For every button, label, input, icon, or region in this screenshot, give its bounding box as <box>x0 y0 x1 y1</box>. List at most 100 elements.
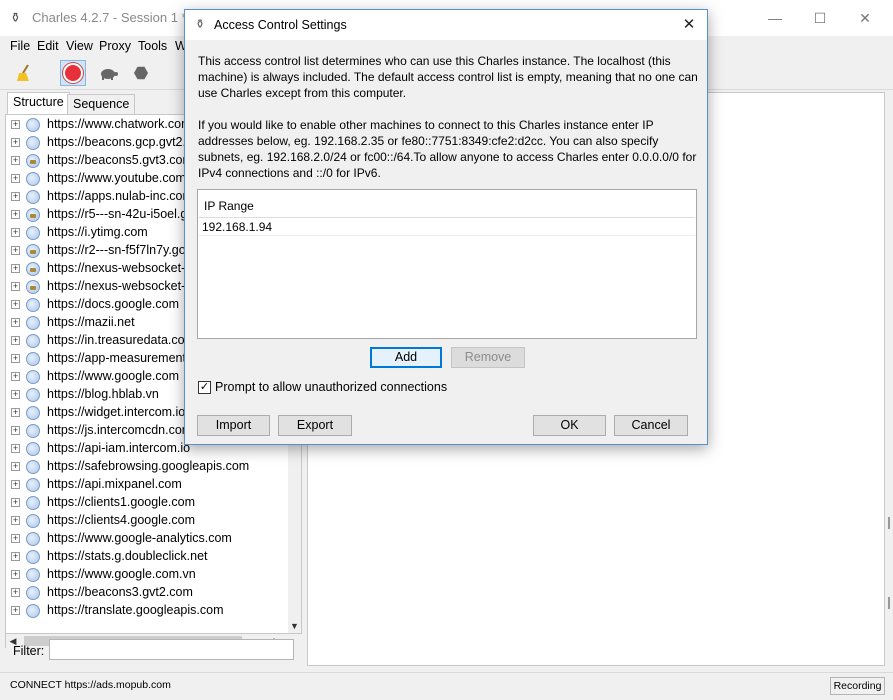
expand-icon[interactable]: + <box>11 408 20 417</box>
host-name: https://safebrowsing.googleapis.com <box>47 459 250 473</box>
expand-icon[interactable]: + <box>11 354 20 363</box>
locked-host-icon <box>26 154 40 168</box>
instructions-text: If you would like to enable other machin… <box>198 118 697 180</box>
host-icon <box>26 226 40 240</box>
tree-row[interactable]: + https://www.google-analytics.com <box>6 530 288 548</box>
cancel-button[interactable]: Cancel <box>614 415 688 436</box>
expand-icon[interactable]: + <box>11 156 20 165</box>
expand-icon[interactable]: + <box>11 210 20 219</box>
scroll-down-arrow[interactable]: ▼ <box>288 619 301 633</box>
host-icon <box>26 334 40 348</box>
splitter-mark[interactable] <box>888 517 890 529</box>
tree-row[interactable]: + https://clients4.google.com <box>6 512 288 530</box>
tree-row[interactable]: + https://clients1.google.com <box>6 494 288 512</box>
stop-icon[interactable] <box>128 60 154 86</box>
host-name: https://js.intercomcdn.com <box>47 423 193 437</box>
menu-proxy[interactable]: Proxy <box>99 39 131 53</box>
expand-icon[interactable]: + <box>11 372 20 381</box>
menu-edit[interactable]: Edit <box>37 39 59 53</box>
expand-icon[interactable]: + <box>11 552 20 561</box>
expand-icon[interactable]: + <box>11 426 20 435</box>
host-name: https://mazii.net <box>47 315 135 329</box>
tree-row[interactable]: + https://stats.g.doubleclick.net <box>6 548 288 566</box>
expand-icon[interactable]: + <box>11 516 20 525</box>
add-button[interactable]: Add <box>370 347 442 368</box>
host-icon <box>26 352 40 366</box>
tab-structure[interactable]: Structure <box>7 92 70 114</box>
expand-icon[interactable]: + <box>11 462 20 471</box>
import-button[interactable]: Import <box>197 415 270 436</box>
tree-row[interactable]: + https://www.google.com.vn <box>6 566 288 584</box>
window-title: Charles 4.2.7 - Session 1 * <box>32 10 187 25</box>
host-icon <box>26 118 40 132</box>
ip-range-value: 192.168.1.94 <box>202 220 273 234</box>
broom-icon[interactable] <box>12 60 38 86</box>
host-icon <box>26 424 40 438</box>
expand-icon[interactable]: + <box>11 228 20 237</box>
expand-icon[interactable]: + <box>11 606 20 615</box>
host-icon <box>26 460 40 474</box>
tab-sequence[interactable]: Sequence <box>67 94 136 114</box>
host-icon <box>26 298 40 312</box>
menu-tools[interactable]: Tools <box>138 39 167 53</box>
host-icon <box>26 406 40 420</box>
expand-icon[interactable]: + <box>11 120 20 129</box>
expand-icon[interactable]: + <box>11 246 20 255</box>
filter-label: Filter: <box>13 644 45 658</box>
host-icon <box>26 496 40 510</box>
prompt-checkbox[interactable]: ✓ <box>198 381 211 394</box>
host-name: https://clients1.google.com <box>47 495 195 509</box>
host-name: https://apps.nulab-inc.com <box>47 189 193 203</box>
host-icon <box>26 370 40 384</box>
turtle-icon[interactable] <box>95 60 121 86</box>
filter-input[interactable] <box>49 639 294 660</box>
table-row[interactable]: 192.168.1.94 <box>199 218 695 236</box>
host-icon <box>26 568 40 582</box>
ok-button[interactable]: OK <box>533 415 606 436</box>
maximize-button[interactable]: ☐ <box>797 6 843 30</box>
tree-row[interactable]: + https://safebrowsing.googleapis.com <box>6 458 288 476</box>
record-icon[interactable] <box>60 60 86 86</box>
expand-icon[interactable]: + <box>11 138 20 147</box>
minimize-button[interactable]: — <box>752 6 798 30</box>
expand-icon[interactable]: + <box>11 588 20 597</box>
expand-icon[interactable]: + <box>11 282 20 291</box>
host-icon <box>26 442 40 456</box>
host-name: https://stats.g.doubleclick.net <box>47 549 208 563</box>
dialog-close-button[interactable]: ✕ <box>675 13 703 37</box>
ip-range-table[interactable]: IP Range 192.168.1.94 <box>197 189 697 339</box>
menu-file[interactable]: File <box>10 39 30 53</box>
ip-range-column-header: IP Range <box>204 199 254 213</box>
expand-icon[interactable]: + <box>11 264 20 273</box>
dialog-title-bar: ⚱ Access Control Settings ✕ <box>185 10 707 40</box>
expand-icon[interactable]: + <box>11 318 20 327</box>
host-name: https://translate.googleapis.com <box>47 603 224 617</box>
expand-icon[interactable]: + <box>11 498 20 507</box>
host-name: https://api-iam.intercom.io <box>47 441 191 455</box>
export-button[interactable]: Export <box>278 415 352 436</box>
expand-icon[interactable]: + <box>11 336 20 345</box>
expand-icon[interactable]: + <box>11 570 20 579</box>
locked-host-icon <box>26 262 40 276</box>
expand-icon[interactable]: + <box>11 444 20 453</box>
tree-row[interactable]: + https://api.mixpanel.com <box>6 476 288 494</box>
expand-icon[interactable]: + <box>11 390 20 399</box>
host-name: https://www.google.com <box>47 369 180 383</box>
menu-view[interactable]: View <box>66 39 93 53</box>
status-bar: CONNECT https://ads.mopub.com Recording <box>0 672 893 700</box>
host-name: https://www.chatwork.com <box>47 117 192 131</box>
expand-icon[interactable]: + <box>11 480 20 489</box>
expand-icon[interactable]: + <box>11 192 20 201</box>
close-window-button[interactable]: ✕ <box>842 6 888 30</box>
expand-icon[interactable]: + <box>11 174 20 183</box>
expand-icon[interactable]: + <box>11 300 20 309</box>
tree-row[interactable]: + https://beacons3.gvt2.com <box>6 584 288 602</box>
host-name: https://docs.google.com <box>47 297 180 311</box>
prompt-checkbox-label[interactable]: Prompt to allow unauthorized connections <box>215 380 447 394</box>
tree-row[interactable]: + https://translate.googleapis.com <box>6 602 288 620</box>
remove-button[interactable]: Remove <box>451 347 525 368</box>
host-icon <box>26 172 40 186</box>
host-icon <box>26 478 40 492</box>
expand-icon[interactable]: + <box>11 534 20 543</box>
splitter-mark[interactable] <box>888 597 890 609</box>
